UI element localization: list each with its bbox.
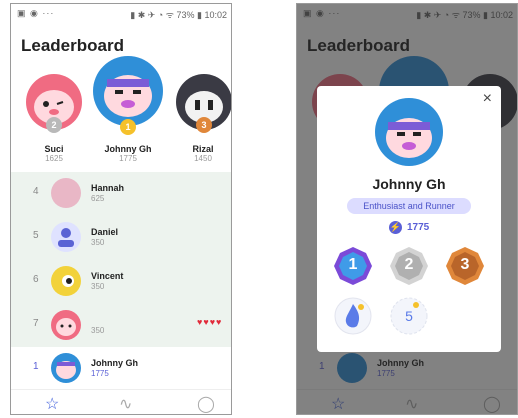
avatar-face-icon [386, 118, 432, 158]
leaderboard-with-profile-modal: ▣ ◉ ··· ▮ ✱ ✈ ◔ ᯤ 73% ▮ 10:02 Leaderboar… [296, 3, 518, 415]
avatar [51, 310, 81, 340]
clock: 10:02 [204, 10, 227, 20]
podium-name: Suci [44, 144, 64, 154]
close-icon[interactable]: × [483, 90, 492, 108]
list-name: Daniel [91, 227, 119, 237]
status-bar: ▣ ◉ ··· ▮ ✱ ✈ ◔ ᯤ 73% ▮ 10:02 [11, 4, 231, 22]
list-rank: 7 [33, 318, 39, 329]
profile-name: Johnny Gh [372, 176, 446, 192]
hearts-icon: ♥♥♥♥ [197, 317, 223, 327]
list-name: Hannah [91, 183, 125, 193]
list-score: 350 [91, 326, 105, 335]
lightning-icon: ⚡ [389, 221, 402, 234]
podium-score: 1775 [119, 154, 137, 163]
avatar-face-icon [104, 75, 152, 117]
streak-badge-label: 5 [405, 308, 413, 324]
podium-score: 1450 [194, 154, 212, 163]
profile-subtitle: Enthusiast and Runner [347, 198, 471, 214]
user-icon[interactable]: ◯ [197, 394, 215, 414]
leaderboard-screen: ▣ ◉ ··· ▮ ✱ ✈ ◔ ᯤ 73% ▮ 10:02 Leaderboar… [10, 3, 232, 415]
activity-icon[interactable]: ∿ [119, 394, 132, 414]
flame-badge-icon[interactable] [333, 296, 373, 336]
badge-rank-2-label: 2 [404, 256, 414, 273]
profile-modal: × Johnny Gh Enthusiast and Runner ⚡ 1775… [317, 86, 501, 352]
battery-icon: ▮ [197, 10, 202, 20]
bronze-medal-icon: 3 [196, 117, 212, 133]
list-rank: 6 [33, 274, 39, 285]
list-rank: 4 [33, 186, 39, 197]
avatar-johnny[interactable] [93, 56, 163, 126]
podium-score: 1625 [45, 154, 63, 163]
list-score: 625 [91, 194, 105, 203]
profile-avatar [375, 98, 443, 166]
avatar [51, 266, 81, 296]
leaderboard-list: 4 Hannah 625 5 Daniel 350 6 Vincent 350 … [11, 172, 231, 347]
signal-icon: ▮ ✱ ✈ ◔ ᯤ [130, 10, 174, 20]
list-name: Vincent [91, 271, 124, 281]
list-item[interactable]: 6 Vincent 350 [11, 260, 231, 304]
avatar [51, 222, 81, 252]
profile-points: 1775 [407, 222, 430, 233]
silver-medal-icon: 2 [46, 117, 62, 133]
list-rank: 1 [33, 361, 39, 372]
page-title: Leaderboard [21, 36, 124, 55]
badge-rank-3-label: 3 [460, 256, 470, 273]
list-item[interactable]: 5 Daniel 350 [11, 216, 231, 260]
podium-name: Rizal [192, 144, 214, 154]
podium-name: Johnny Gh [104, 144, 152, 154]
current-user-row[interactable]: 1 Johnny Gh 1775 [11, 347, 231, 389]
gold-medal-icon: 1 [120, 119, 136, 135]
avatar [51, 178, 81, 208]
list-item[interactable]: 7 350 ♥♥♥♥ [11, 304, 231, 348]
bottom-nav: ☆ ∿ ◯ [11, 389, 231, 414]
avatar [51, 353, 81, 383]
list-rank: 5 [33, 230, 39, 241]
star-icon[interactable]: ☆ [45, 394, 59, 414]
battery-level: 73% [176, 10, 195, 20]
list-score: 350 [91, 282, 105, 291]
status-icons: ▣ ◉ ··· [17, 8, 55, 18]
list-item[interactable]: 4 Hannah 625 [11, 172, 231, 216]
list-name: Johnny Gh [91, 358, 138, 368]
badge-rank-1-label: 1 [348, 256, 358, 273]
list-score: 350 [91, 238, 105, 247]
list-score: 1775 [91, 369, 109, 378]
